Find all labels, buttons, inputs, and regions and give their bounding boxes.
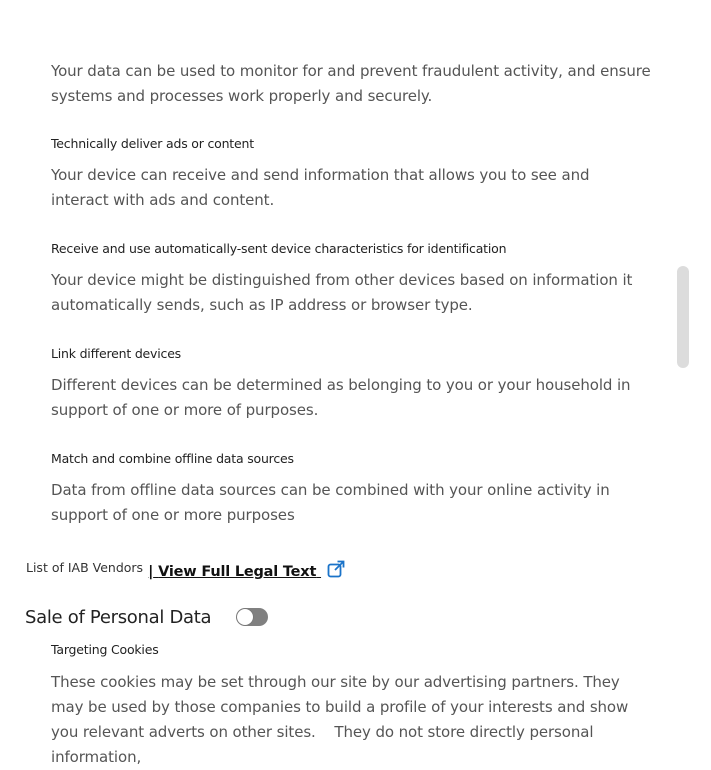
external-link-icon[interactable] <box>327 560 345 582</box>
purpose-device-characteristics: Receive and use automatically-sent devic… <box>51 240 651 318</box>
purpose-fraud-prevention: Your data can be used to monitor for and… <box>51 59 651 109</box>
purpose-title: Technically deliver ads or content <box>51 136 254 151</box>
targeting-cookies-section: Targeting Cookies These cookies may be s… <box>51 641 651 770</box>
purpose-deliver-ads: Technically deliver ads or content Your … <box>51 135 651 213</box>
targeting-cookies-title: Targeting Cookies <box>51 642 159 657</box>
targeting-cookies-description: These cookies may be set through our sit… <box>51 673 633 766</box>
purpose-description: Data from offline data sources can be co… <box>51 481 610 524</box>
link-separator: | <box>148 564 154 580</box>
purpose-description: Your device can receive and send informa… <box>51 166 590 209</box>
sale-of-personal-data-toggle[interactable] <box>236 608 268 626</box>
purpose-description: Different devices can be determined as b… <box>51 376 631 419</box>
scrollbar-thumb[interactable] <box>677 266 689 368</box>
toggle-knob <box>237 609 253 625</box>
purpose-title: Receive and use automatically-sent devic… <box>51 241 507 256</box>
purpose-offline-data: Match and combine offline data sources D… <box>51 450 651 528</box>
view-full-legal-text-link[interactable]: | View Full Legal Text <box>148 564 321 580</box>
vendors-links-row: List of IAB Vendors | View Full Legal Te… <box>26 560 345 586</box>
sale-of-personal-data-title: Sale of Personal Data <box>25 607 212 628</box>
iab-vendors-link[interactable]: List of IAB Vendors <box>26 560 143 575</box>
purpose-description: Your data can be used to monitor for and… <box>51 62 651 105</box>
legal-text-label: View Full Legal Text <box>158 564 317 580</box>
purpose-link-devices: Link different devices Different devices… <box>51 345 651 423</box>
purpose-title: Link different devices <box>51 346 181 361</box>
purpose-description: Your device might be distinguished from … <box>51 271 633 314</box>
purpose-title: Match and combine offline data sources <box>51 451 294 466</box>
